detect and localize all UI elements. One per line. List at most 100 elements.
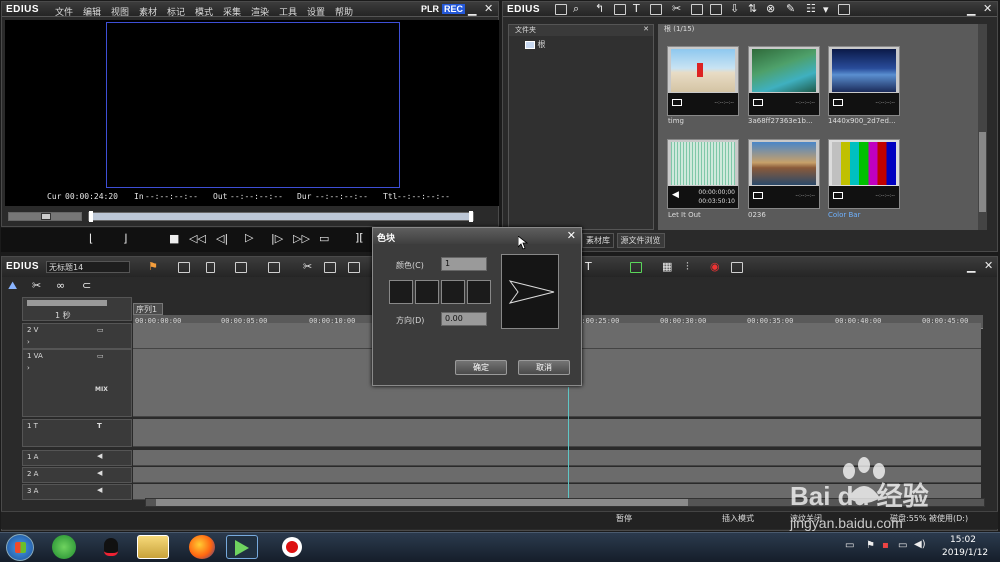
properties-icon[interactable]: ✎ xyxy=(786,2,795,15)
track-expand-icon[interactable]: › xyxy=(27,338,30,346)
menu-help[interactable]: 帮助 xyxy=(335,5,353,18)
speaker-icon[interactable]: ◀ xyxy=(97,469,102,477)
clip-thumb-timg[interactable]: --:--:--:-- xyxy=(667,46,739,116)
track-mode-icon[interactable]: ▭ xyxy=(97,352,104,360)
track-expand-icon[interactable]: › xyxy=(27,364,30,372)
direction-field[interactable]: 0.00 xyxy=(441,312,487,326)
mixer-icon[interactable]: ⫶ xyxy=(686,260,689,274)
shuttle-slider[interactable] xyxy=(8,212,82,221)
menu-view[interactable]: 视图 xyxy=(111,5,129,18)
menu-render[interactable]: 渲染 xyxy=(251,5,269,18)
sequence-tab[interactable]: 序列1 xyxy=(133,303,163,315)
playhead[interactable] xyxy=(568,387,569,502)
menu-mode[interactable]: 模式 xyxy=(195,5,213,18)
speaker-icon[interactable]: ◀ xyxy=(97,486,102,494)
text-tool-icon[interactable]: T xyxy=(585,260,592,273)
color-swatch-2[interactable] xyxy=(415,280,439,304)
color-swatch-4[interactable] xyxy=(467,280,491,304)
track-header-1va[interactable]: 1 VA › ▭ MIX xyxy=(22,349,132,417)
timeline-minimize-icon[interactable]: ▁ xyxy=(967,260,975,273)
tab-source-browser[interactable]: 源文件浏览 xyxy=(616,233,665,248)
scale-control[interactable]: 1 秒 xyxy=(22,297,132,321)
scale-slider[interactable] xyxy=(27,300,107,306)
track-header-3a[interactable]: 3 A ◀ xyxy=(22,484,132,500)
title-icon[interactable]: T xyxy=(633,2,640,15)
bin-minimize-icon[interactable]: ▁ xyxy=(967,3,975,16)
tray-network-icon[interactable]: ▭ xyxy=(845,540,854,551)
track-header-2a[interactable]: 2 A ◀ xyxy=(22,467,132,483)
color-count-field[interactable]: 1 xyxy=(441,257,487,271)
menu-marker[interactable]: 标记 xyxy=(167,5,185,18)
taskbar-firefox-icon[interactable] xyxy=(189,535,215,559)
folder-pane-close-icon[interactable]: ✕ xyxy=(643,25,649,33)
fast-forward-icon[interactable]: ▷▷ xyxy=(293,232,310,245)
copy-icon[interactable] xyxy=(691,4,703,15)
color-bar-icon[interactable] xyxy=(650,4,662,15)
step-forward-icon[interactable]: |▷ xyxy=(271,232,283,245)
mode-icon[interactable]: ⚑ xyxy=(148,260,158,273)
sync-icon[interactable]: ✂ xyxy=(32,279,41,292)
play-icon[interactable]: ▷ xyxy=(245,231,253,244)
timeline-paste-icon[interactable] xyxy=(348,262,360,273)
tray-volume-icon[interactable]: ◀) xyxy=(914,539,926,550)
track-header-2v[interactable]: 2 V › ▭ xyxy=(22,323,132,349)
rec-mode-button[interactable]: REC xyxy=(442,4,466,14)
shuttle-handle[interactable] xyxy=(41,213,51,220)
grid-icon[interactable]: ▦ xyxy=(662,260,672,273)
up-icon[interactable]: ↰ xyxy=(595,2,604,15)
stop-icon[interactable]: ■ xyxy=(169,232,179,245)
color-swatch-1[interactable] xyxy=(389,280,413,304)
view-dropdown-icon[interactable]: ▾ xyxy=(823,3,829,16)
tab-library[interactable]: 素材库 xyxy=(582,233,614,248)
cut-icon[interactable]: ✂ xyxy=(672,2,681,15)
close-icon[interactable]: ✕ xyxy=(484,2,493,15)
clip-thumb-3a68[interactable]: --:--:--:-- xyxy=(748,46,820,116)
clock-date[interactable]: 2019/1/12 xyxy=(942,548,988,558)
record-voice-icon[interactable]: ◉ xyxy=(710,260,720,273)
dialog-close-icon[interactable]: ✕ xyxy=(567,229,576,242)
taskbar-360-icon[interactable] xyxy=(52,535,76,559)
group-icon[interactable]: ∞ xyxy=(56,279,65,292)
output-icon[interactable]: ▭ xyxy=(319,232,329,245)
step-back-icon[interactable]: ◁| xyxy=(216,232,228,245)
clip-thumb-let-it-out[interactable]: ◀ 00:00:00;00 00:03:50:10 xyxy=(667,139,739,209)
scroll-thumb[interactable] xyxy=(979,132,986,212)
bin-menu-icon[interactable] xyxy=(838,4,850,15)
project-name-field[interactable]: 无标题14 xyxy=(46,261,130,273)
timeline-copy-icon[interactable] xyxy=(324,262,336,273)
track-header-1t[interactable]: 1 T T xyxy=(22,419,132,447)
taskbar-recorder-icon[interactable] xyxy=(276,535,308,559)
save-icon[interactable] xyxy=(268,262,280,273)
bin-close-icon[interactable]: ✕ xyxy=(983,2,992,15)
taskbar-edius-icon[interactable] xyxy=(226,535,258,559)
add-clip-icon[interactable] xyxy=(614,4,626,15)
paste-icon[interactable] xyxy=(710,4,722,15)
cancel-button[interactable]: 取消 xyxy=(518,360,570,375)
direction-preview[interactable] xyxy=(501,254,559,329)
tray-flag-icon[interactable]: ⚑ xyxy=(866,540,875,551)
track-mode-icon[interactable]: ▭ xyxy=(97,326,104,334)
menu-tools[interactable]: 工具 xyxy=(279,5,297,18)
snapshot-icon[interactable] xyxy=(178,262,190,273)
menu-clip[interactable]: 素材 xyxy=(139,5,157,18)
taskbar-explorer-icon[interactable] xyxy=(137,535,169,559)
track-1t[interactable] xyxy=(133,419,981,447)
position-handle-right[interactable] xyxy=(469,211,473,222)
layout-icon[interactable] xyxy=(731,262,743,273)
ripple-icon[interactable]: ⊂ xyxy=(82,279,91,292)
root-folder[interactable]: 根 xyxy=(525,39,546,50)
menu-file[interactable]: 文件 xyxy=(55,5,73,18)
clip-view-scrollbar[interactable] xyxy=(978,24,987,230)
minimize-icon[interactable]: ▁ xyxy=(468,3,476,16)
view-icon[interactable]: ☷ xyxy=(806,2,816,15)
speaker-icon[interactable]: ◀ xyxy=(97,452,102,460)
set-in-icon[interactable]: ⌊ xyxy=(89,232,93,245)
delete-icon[interactable]: ⊗ xyxy=(766,2,775,15)
folder-icon[interactable] xyxy=(555,4,567,15)
rewind-icon[interactable]: ◁◁ xyxy=(189,232,206,245)
position-handle-left[interactable] xyxy=(89,211,93,222)
open-icon[interactable] xyxy=(235,262,247,273)
tray-monitor-icon[interactable]: ▭ xyxy=(898,540,907,551)
tray-security-icon[interactable]: ▪ xyxy=(882,540,889,551)
status-insert-mode[interactable]: 插入模式 xyxy=(722,513,754,524)
